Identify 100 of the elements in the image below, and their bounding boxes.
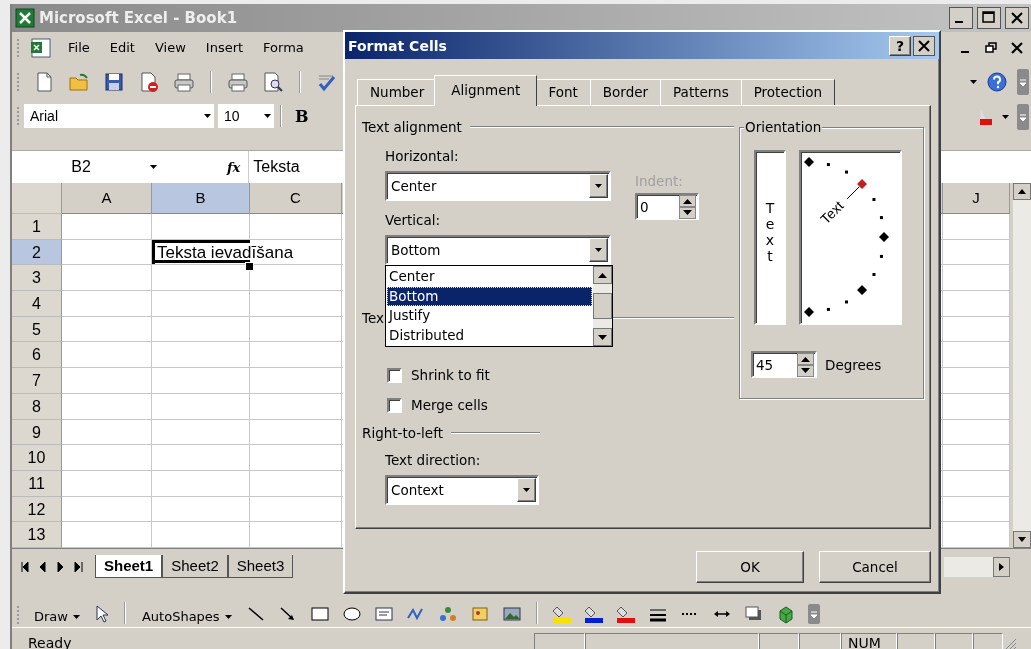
cancel-button[interactable]: Cancel bbox=[819, 551, 931, 583]
grid-cell[interactable] bbox=[250, 265, 342, 292]
grid-cell[interactable] bbox=[943, 239, 1010, 266]
dropdown-option[interactable]: Distributed bbox=[387, 325, 592, 345]
menu-item[interactable]: Forma bbox=[257, 38, 310, 57]
row-header[interactable]: 11 bbox=[12, 470, 62, 497]
grid-cell[interactable] bbox=[943, 445, 1010, 471]
grid-cell[interactable] bbox=[943, 342, 1010, 369]
scroll-thumb[interactable] bbox=[593, 293, 612, 319]
grid-cell[interactable] bbox=[250, 496, 342, 523]
row-header[interactable]: 1 bbox=[12, 214, 62, 240]
rectangle-icon[interactable] bbox=[309, 604, 330, 624]
grid-cell[interactable] bbox=[943, 214, 1010, 240]
color-swatch-icon[interactable] bbox=[551, 604, 572, 624]
grid-cell[interactable] bbox=[943, 470, 1010, 497]
grid-cell[interactable] bbox=[943, 393, 1010, 420]
grid-cell[interactable] bbox=[152, 214, 250, 240]
printer-icon[interactable] bbox=[227, 70, 249, 93]
grid-cell[interactable] bbox=[62, 316, 152, 343]
font-size-dropdown[interactable]: 10 bbox=[218, 104, 274, 128]
column-header[interactable]: J bbox=[943, 183, 1010, 214]
text-direction-dropdown[interactable]: Context bbox=[385, 475, 539, 505]
scroll-right-button[interactable] bbox=[993, 556, 1010, 577]
checkbox[interactable] bbox=[387, 367, 402, 383]
close-button[interactable] bbox=[1005, 7, 1029, 29]
grid-cell[interactable] bbox=[62, 419, 152, 446]
color-swatch-icon[interactable] bbox=[615, 604, 636, 624]
spreadsheet-icon[interactable] bbox=[30, 37, 52, 58]
grid-cell[interactable] bbox=[62, 522, 152, 548]
sheet-tab[interactable]: Sheet2 bbox=[162, 555, 228, 578]
grid-cell[interactable] bbox=[152, 291, 250, 317]
orientation-handle[interactable] bbox=[857, 178, 868, 189]
checkbox[interactable] bbox=[387, 397, 402, 413]
vertical-dropdown[interactable]: Bottom bbox=[385, 235, 611, 265]
dropdown-option[interactable]: Justify bbox=[387, 306, 592, 326]
toolbar-grip[interactable] bbox=[16, 36, 20, 59]
orientation-dial[interactable]: Text bbox=[799, 150, 902, 325]
vertical-scrollbar[interactable] bbox=[1013, 183, 1031, 548]
column-header[interactable]: A bbox=[62, 183, 152, 214]
column-header[interactable]: C bbox=[250, 183, 342, 214]
grid-cell[interactable] bbox=[152, 522, 250, 548]
ok-button[interactable]: OK bbox=[696, 551, 804, 583]
grid-cell[interactable] bbox=[943, 316, 1010, 343]
scroll-up-button[interactable] bbox=[593, 266, 612, 284]
grid-cell[interactable] bbox=[250, 522, 342, 548]
toolbar-options-icon[interactable] bbox=[1017, 104, 1029, 130]
toolbar-options-icon[interactable] bbox=[807, 604, 820, 624]
row-header[interactable]: 5 bbox=[12, 316, 62, 343]
pointer-icon[interactable] bbox=[93, 604, 110, 624]
toolbar-grip[interactable] bbox=[16, 70, 20, 93]
draw-menu-button[interactable]: Draw bbox=[32, 609, 82, 624]
help-icon[interactable] bbox=[987, 71, 1007, 92]
row-header[interactable]: 2 bbox=[12, 239, 62, 266]
grid-cell[interactable] bbox=[62, 393, 152, 420]
oval-icon[interactable] bbox=[341, 604, 362, 624]
toolbar-grip[interactable] bbox=[16, 604, 20, 624]
degrees-spinbox[interactable]: 45 bbox=[751, 351, 817, 378]
sheet-tab[interactable]: Sheet1 bbox=[95, 555, 163, 578]
grid-cell[interactable] bbox=[62, 342, 152, 369]
scroll-down-button[interactable] bbox=[1013, 531, 1031, 548]
horizontal-scrollbar[interactable] bbox=[944, 556, 1010, 577]
grid-cell[interactable] bbox=[62, 470, 152, 497]
print-preview-icon[interactable] bbox=[262, 70, 284, 93]
grid-cell[interactable] bbox=[62, 445, 152, 471]
spin-buttons-icon[interactable] bbox=[797, 352, 814, 377]
grid-cell[interactable] bbox=[152, 445, 250, 471]
toolbar-grip[interactable] bbox=[16, 105, 20, 127]
row-header[interactable]: 7 bbox=[12, 368, 62, 394]
menu-item[interactable]: Edit bbox=[103, 38, 141, 57]
row-header[interactable]: 8 bbox=[12, 393, 62, 420]
insert-function-button[interactable]: fx bbox=[227, 159, 241, 175]
grid-cell[interactable] bbox=[943, 265, 1010, 292]
diagram-icon[interactable] bbox=[437, 604, 458, 624]
grid-cell[interactable] bbox=[250, 393, 342, 420]
font-name-dropdown[interactable]: Arial bbox=[24, 104, 214, 128]
grid-cell[interactable] bbox=[250, 291, 342, 317]
grid-cell[interactable] bbox=[152, 496, 250, 523]
grid-cell[interactable] bbox=[943, 419, 1010, 446]
list-scrollbar[interactable] bbox=[593, 266, 612, 346]
close-icon[interactable] bbox=[1011, 40, 1023, 55]
tab[interactable]: Alignment bbox=[434, 75, 538, 106]
sheet-tab[interactable]: Sheet3 bbox=[227, 555, 294, 578]
grid-cell[interactable] bbox=[62, 496, 152, 523]
scroll-up-button[interactable] bbox=[1013, 183, 1031, 200]
tab[interactable]: Border bbox=[589, 79, 662, 105]
menu-item[interactable]: View bbox=[148, 38, 192, 57]
dropdown-option[interactable]: Center bbox=[387, 267, 592, 287]
row-header[interactable]: 12 bbox=[12, 496, 62, 523]
toolbar-options-icon[interactable] bbox=[1017, 68, 1029, 95]
grid-cell[interactable] bbox=[250, 419, 342, 446]
horizontal-dropdown[interactable]: Center bbox=[385, 171, 611, 201]
grid-cell[interactable] bbox=[250, 214, 342, 240]
autoshapes-menu-button[interactable]: AutoShapes bbox=[139, 609, 234, 624]
grid-cell[interactable] bbox=[152, 393, 250, 420]
vertical-text-option[interactable]: Text bbox=[754, 150, 786, 325]
grid-cell[interactable] bbox=[943, 522, 1010, 548]
tab[interactable]: Patterns bbox=[660, 79, 742, 105]
row-header[interactable]: 13 bbox=[12, 522, 62, 548]
dropdown-button[interactable] bbox=[589, 238, 608, 262]
clip-art-icon[interactable] bbox=[469, 604, 490, 624]
